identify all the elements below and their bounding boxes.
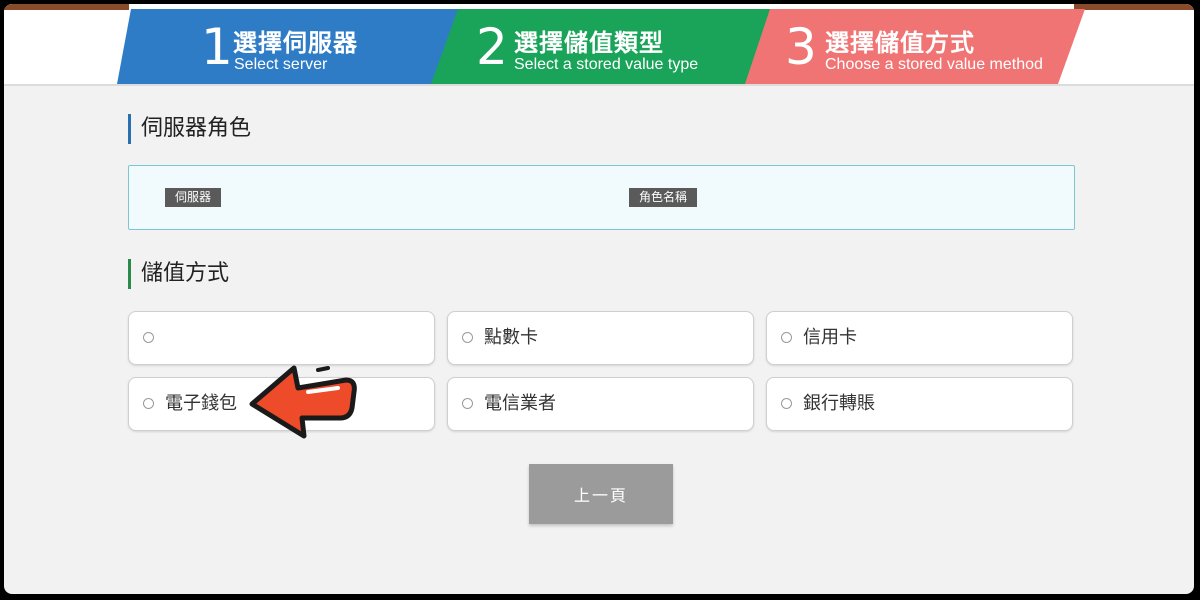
step-1-number: 1	[201, 18, 233, 76]
payment-option-credit-card[interactable]: 信用卡	[766, 311, 1073, 365]
radio-icon[interactable]	[462, 332, 473, 343]
payment-option-label: 電信業者	[484, 393, 556, 414]
step-3: 3 選擇儲值方式 Choose a stored value method	[745, 9, 1085, 84]
step-2-title: 選擇儲值類型	[514, 29, 664, 57]
radio-icon[interactable]	[143, 398, 154, 409]
payment-option-point-card[interactable]: 點數卡	[447, 311, 754, 365]
payment-option-telecom[interactable]: 電信業者	[447, 377, 754, 431]
step-1-subtitle: Select server	[234, 56, 328, 73]
step-1: 1 選擇伺服器 Select server	[117, 9, 463, 84]
radio-icon[interactable]	[781, 332, 792, 343]
step-header: 1 選擇伺服器 Select server 2 選擇儲值類型 Select a …	[4, 4, 1194, 86]
payment-option-blank[interactable]	[128, 311, 435, 365]
payment-method-heading: 儲值方式	[128, 259, 229, 289]
radio-icon[interactable]	[462, 398, 473, 409]
banner-edge-right	[1074, 4, 1194, 10]
payment-option-label: 電子錢包	[165, 393, 237, 414]
step-2-subtitle: Select a stored value type	[514, 56, 699, 73]
radio-icon[interactable]	[781, 398, 792, 409]
payment-option-label: 信用卡	[803, 327, 857, 348]
server-tag: 伺服器	[165, 188, 222, 207]
server-role-panel: 伺服器 角色名稱	[128, 165, 1075, 230]
previous-page-button[interactable]: 上一頁	[529, 464, 673, 524]
payment-option-label: 銀行轉賬	[803, 393, 875, 414]
server-role-heading: 伺服器角色	[128, 114, 251, 144]
step-3-subtitle: Choose a stored value method	[825, 56, 1043, 73]
step-2: 2 選擇儲值類型 Select a stored value type	[431, 9, 778, 84]
pointer-arrow-icon	[249, 365, 357, 439]
step-3-title: 選擇儲值方式	[825, 29, 975, 57]
banner-edge-left	[4, 4, 129, 10]
step-1-title: 選擇伺服器	[233, 29, 358, 57]
payment-option-label: 點數卡	[484, 327, 538, 348]
step-3-number: 3	[785, 18, 817, 76]
role-name-tag: 角色名稱	[629, 188, 698, 207]
page-frame: 1 選擇伺服器 Select server 2 選擇儲值類型 Select a …	[4, 4, 1194, 594]
step-2-number: 2	[476, 18, 508, 76]
payment-option-bank-transfer[interactable]: 銀行轉賬	[766, 377, 1073, 431]
radio-icon[interactable]	[143, 332, 154, 343]
